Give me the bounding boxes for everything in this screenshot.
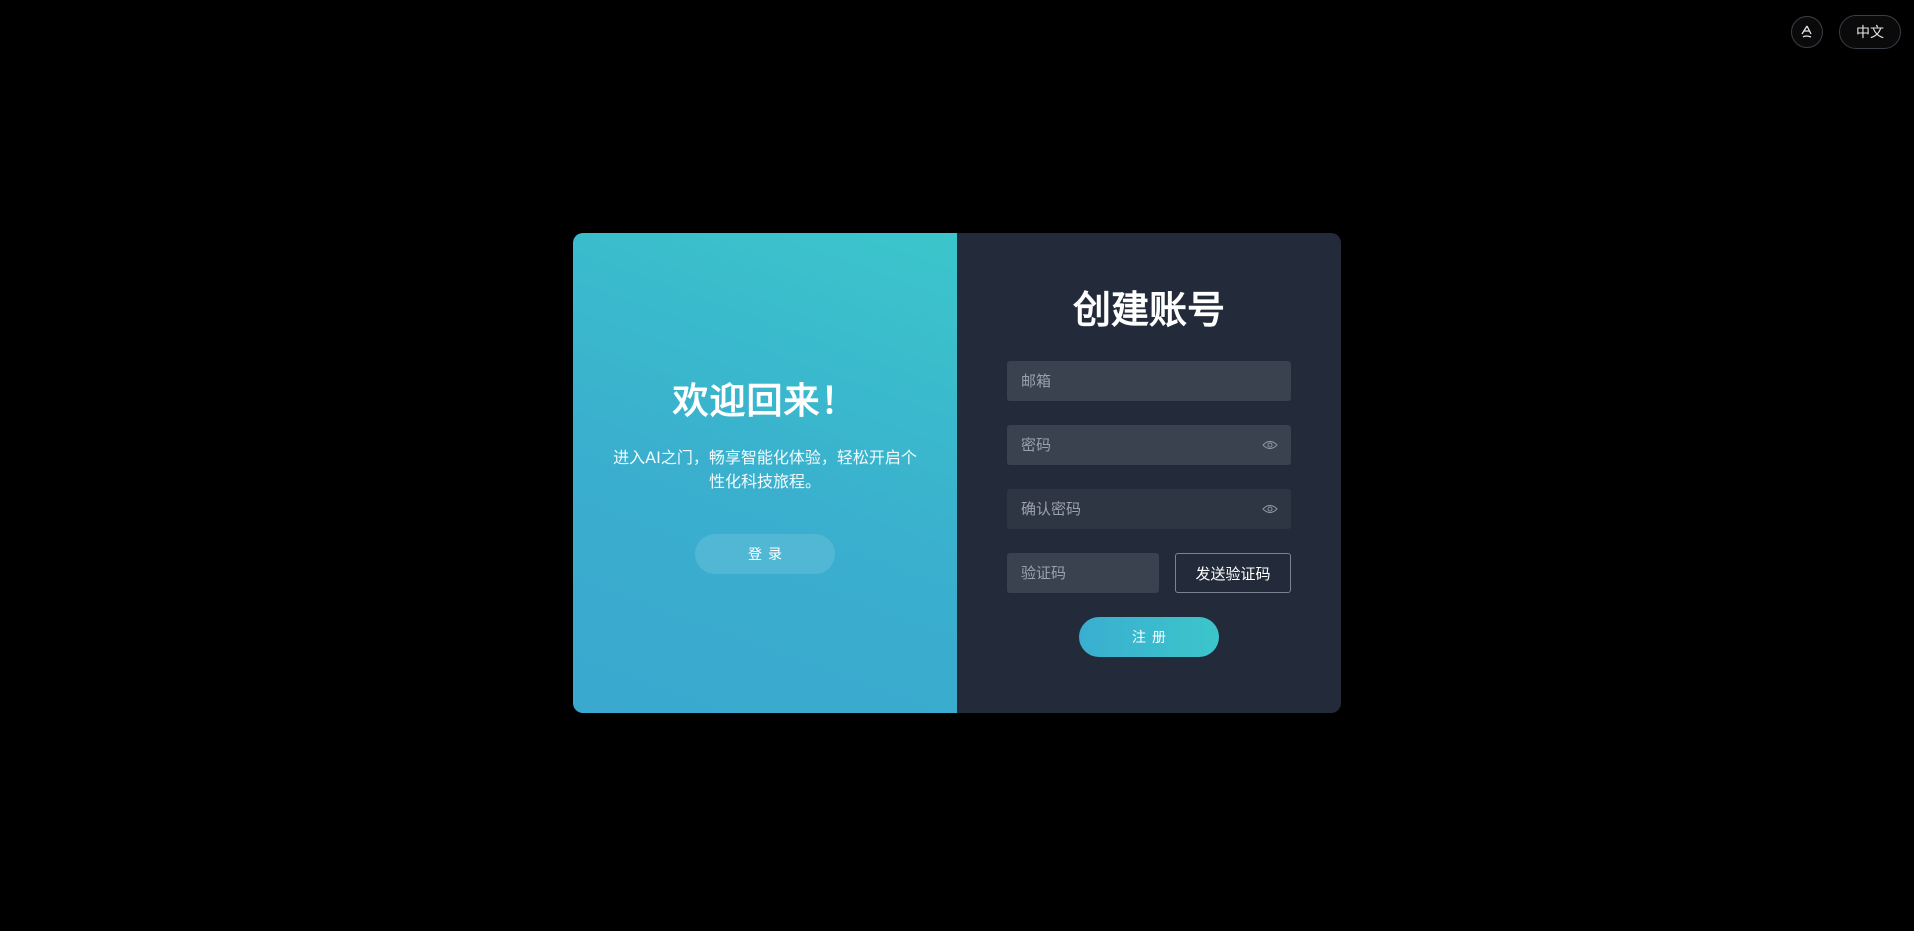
password-field-wrapper xyxy=(1007,425,1291,465)
welcome-panel: 欢迎回来！ 进入AI之门，畅享智能化体验，轻松开启个性化科技旅程。 登录 xyxy=(573,233,957,713)
confirm-password-field-wrapper xyxy=(1007,489,1291,529)
welcome-title: 欢迎回来！ xyxy=(672,381,858,422)
theme-toggle-icon xyxy=(1801,25,1812,38)
password-field[interactable] xyxy=(1007,425,1291,465)
email-field-wrapper xyxy=(1007,361,1291,401)
confirm-password-field[interactable] xyxy=(1007,489,1291,529)
eye-icon[interactable] xyxy=(1262,439,1278,451)
register-title: 创建账号 xyxy=(1072,288,1225,332)
login-button[interactable]: 登录 xyxy=(695,534,835,574)
verification-row: 发送验证码 xyxy=(1007,553,1291,593)
send-code-button[interactable]: 发送验证码 xyxy=(1175,553,1291,593)
verification-code-field[interactable] xyxy=(1007,553,1159,593)
language-switch-button[interactable]: 中文 xyxy=(1839,15,1901,49)
email-field[interactable] xyxy=(1007,361,1291,401)
register-button[interactable]: 注册 xyxy=(1079,617,1219,657)
theme-toggle-button[interactable] xyxy=(1791,16,1823,48)
eye-icon[interactable] xyxy=(1262,503,1278,515)
welcome-subtitle: 进入AI之门，畅享智能化体验，轻松开启个性化科技旅程。 xyxy=(613,448,917,491)
register-panel: 创建账号 发送验证码 xyxy=(957,233,1341,713)
page: 中文 欢迎回来！ 进入AI之门，畅享智能化体验，轻松开启个性化科技旅程。 登录 … xyxy=(0,0,1914,931)
auth-card: 欢迎回来！ 进入AI之门，畅享智能化体验，轻松开启个性化科技旅程。 登录 创建账… xyxy=(573,233,1341,713)
top-controls: 中文 xyxy=(1791,15,1901,49)
